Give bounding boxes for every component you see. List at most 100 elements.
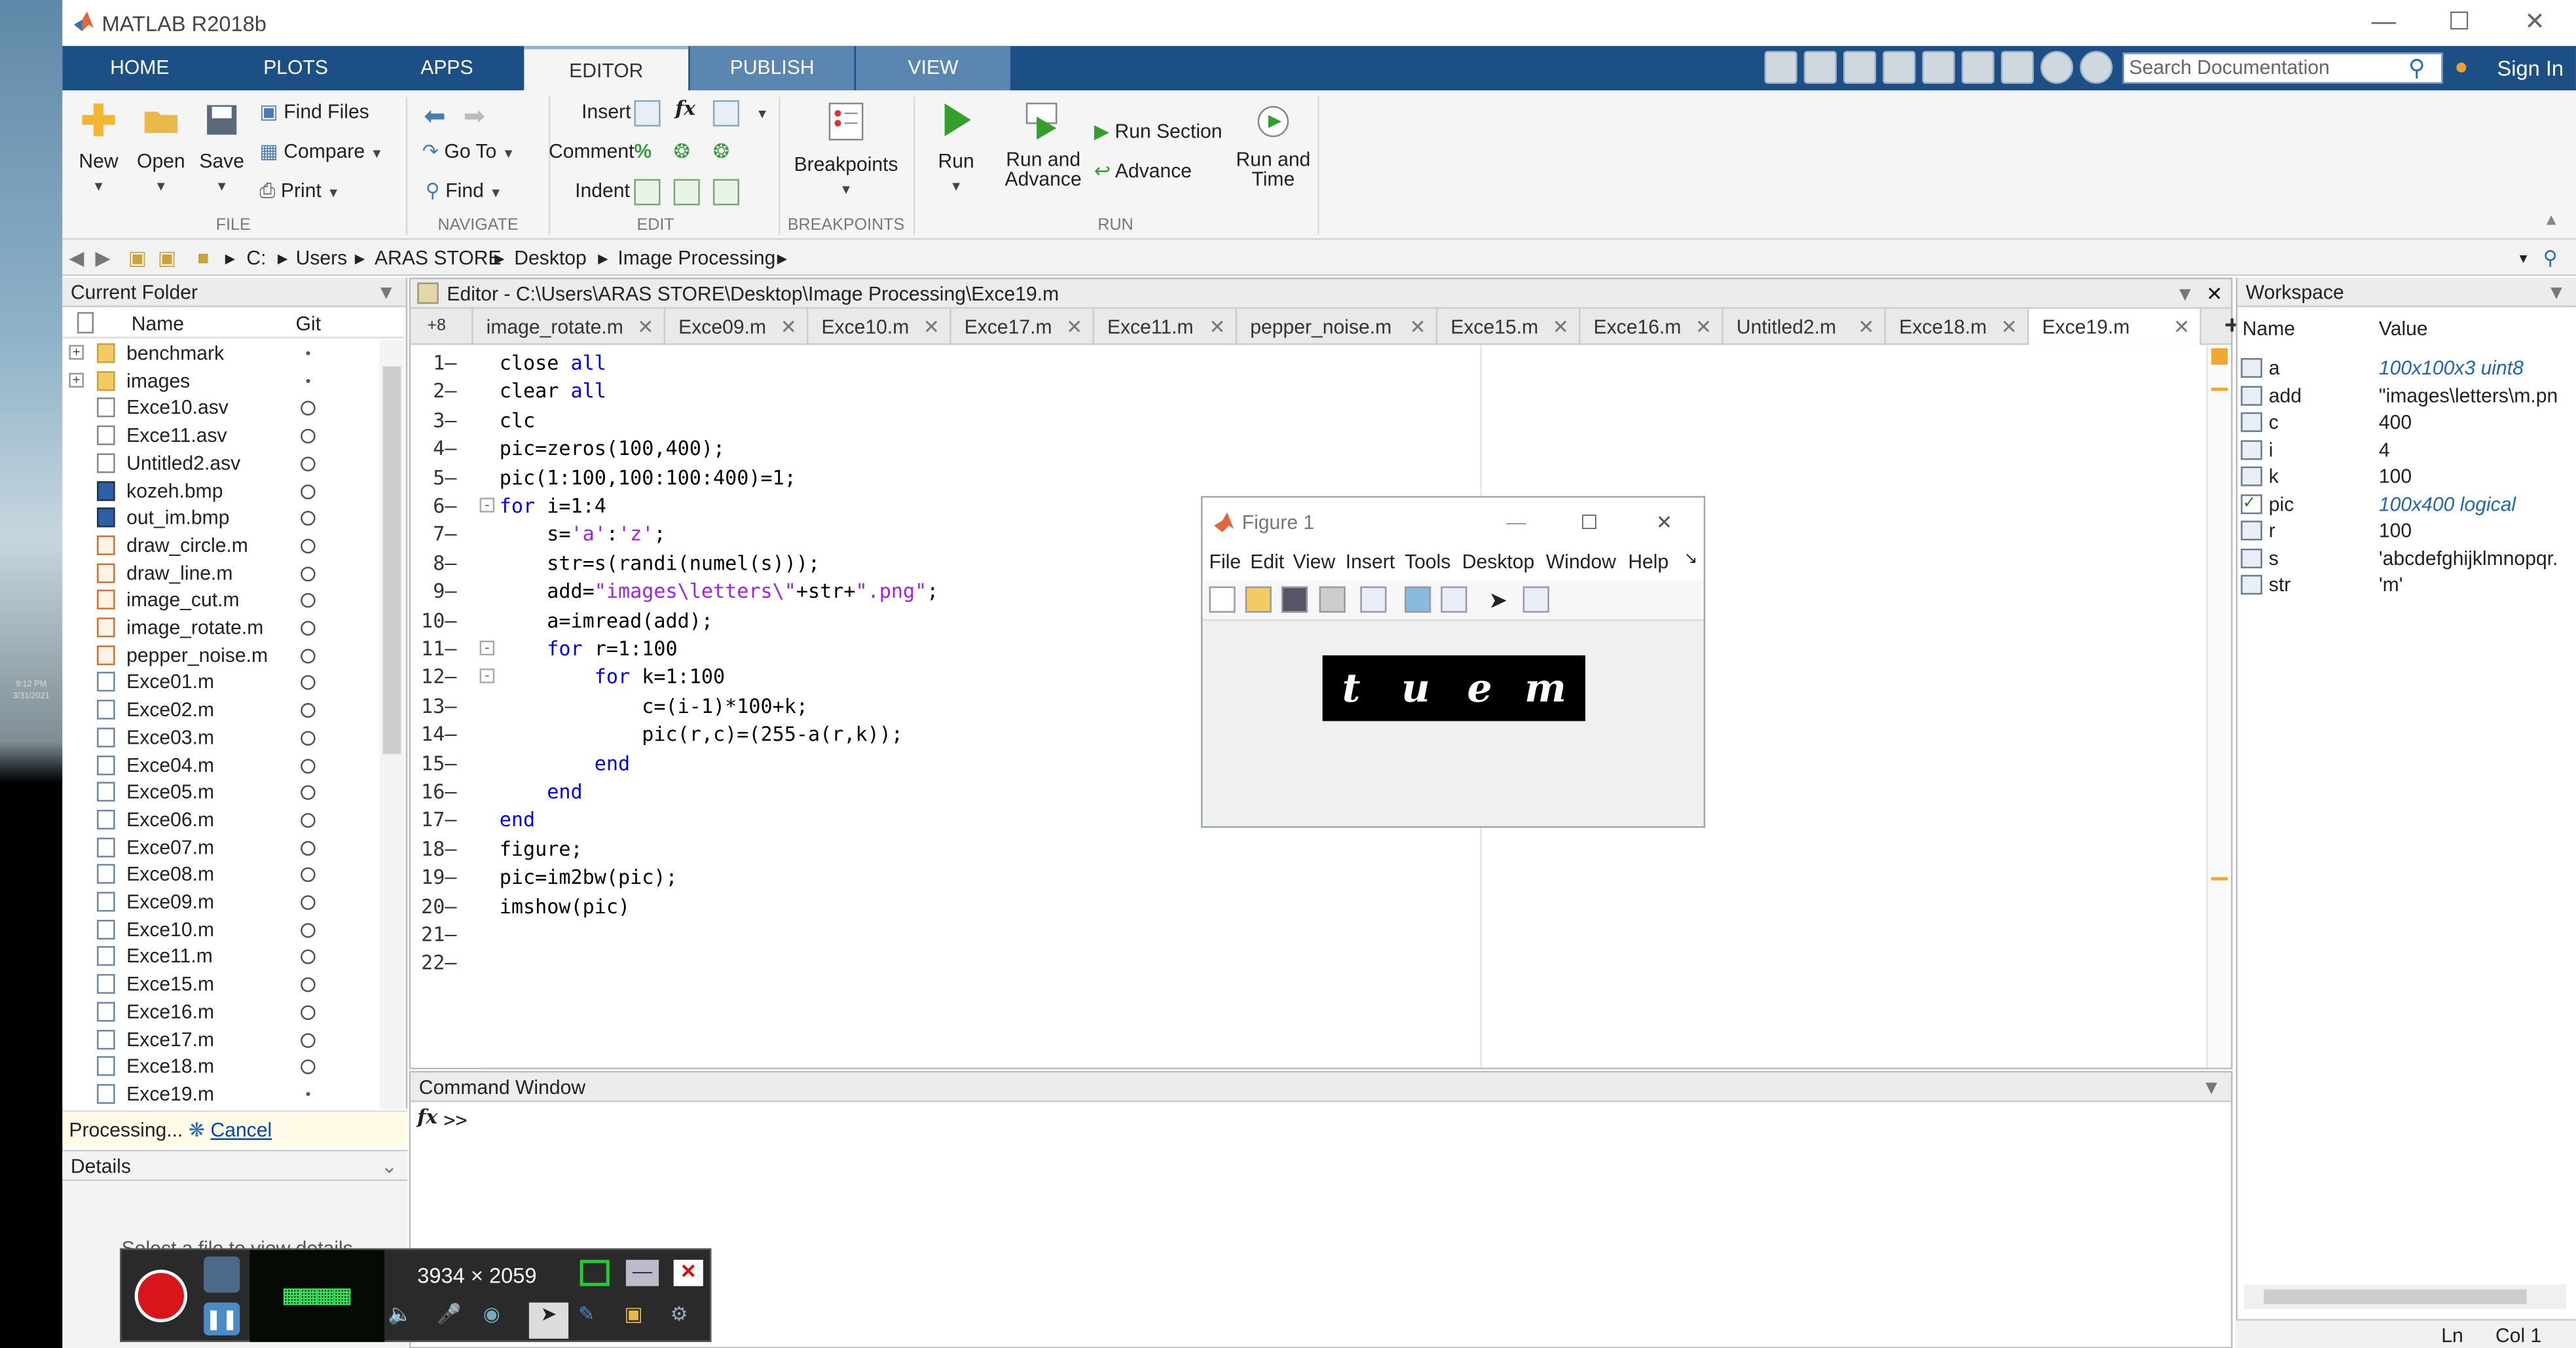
close-tab-icon[interactable]: ✕ bbox=[923, 309, 940, 345]
cut-icon[interactable] bbox=[1803, 50, 1837, 84]
open-button[interactable]: Open ▼ bbox=[135, 100, 187, 196]
menu-edit[interactable]: Edit bbox=[1250, 550, 1284, 573]
scrollbar[interactable] bbox=[379, 340, 405, 1109]
camera-icon[interactable] bbox=[204, 1256, 240, 1293]
editor-tab[interactable]: Untitled2.m ✕ bbox=[1723, 308, 1886, 345]
file-row[interactable]: Exce11.asv bbox=[62, 422, 384, 450]
code-line[interactable]: figure; bbox=[500, 837, 583, 860]
microphone-icon[interactable]: 🎤 bbox=[437, 1303, 462, 1326]
file-row[interactable]: Exce07.m bbox=[62, 834, 384, 862]
wrap-comments-icon[interactable]: ❂ bbox=[713, 139, 729, 162]
tab-overflow[interactable]: +8 bbox=[411, 308, 473, 345]
redo-icon[interactable] bbox=[1961, 50, 1995, 84]
minimize-button[interactable]: — bbox=[1507, 498, 1526, 547]
settings-gear-icon[interactable]: ⚙ bbox=[671, 1303, 688, 1326]
warning-marker[interactable] bbox=[2211, 388, 2228, 392]
editor-tab[interactable]: Exce16.m ✕ bbox=[1581, 308, 1723, 345]
go-to-button[interactable]: ↷ Go To ▼ bbox=[422, 136, 515, 166]
workspace-variable-row[interactable]: ✓ pic 100x400 logical bbox=[2237, 490, 2576, 517]
code-line[interactable]: end bbox=[500, 809, 535, 831]
chevron-down-icon[interactable]: ▼ bbox=[756, 107, 769, 122]
code-line[interactable]: imshow(pic) bbox=[500, 894, 630, 917]
code-line[interactable]: a=imread(add); bbox=[500, 609, 713, 632]
panel-menu-icon[interactable]: ▼ bbox=[377, 278, 396, 307]
scrollbar-thumb[interactable] bbox=[382, 366, 401, 754]
file-row[interactable]: Exce04.m bbox=[62, 752, 384, 779]
cancel-link[interactable]: Cancel bbox=[210, 1119, 272, 1142]
fold-toggle[interactable]: - bbox=[479, 668, 495, 684]
new-figure-icon[interactable] bbox=[1209, 586, 1236, 613]
forward-nav-icon[interactable]: ▶ bbox=[96, 246, 111, 269]
editor-tab[interactable]: pepper_noise.m ✕ bbox=[1237, 308, 1438, 345]
compare-button[interactable]: ▦ Compare ▼ bbox=[259, 136, 383, 166]
colorbar-icon[interactable] bbox=[1405, 586, 1431, 613]
comment-percent-icon[interactable]: % bbox=[634, 139, 652, 162]
fold-toggle[interactable]: - bbox=[479, 497, 495, 513]
close-button[interactable]: ✕ bbox=[2497, 0, 2573, 46]
file-row[interactable]: Exce09.m bbox=[62, 888, 384, 916]
file-row[interactable]: image_rotate.m bbox=[62, 614, 384, 642]
column-name-header[interactable]: Name bbox=[2243, 317, 2295, 340]
code-line[interactable]: close all bbox=[500, 352, 606, 374]
advance-button[interactable]: ↩ Advance bbox=[1094, 156, 1192, 185]
editor-tab[interactable]: Exce11.m ✕ bbox=[1094, 308, 1238, 345]
minimize-recorder-icon[interactable]: — bbox=[625, 1260, 659, 1286]
code-line[interactable]: for k=1:100 bbox=[500, 666, 725, 689]
code-line[interactable]: s='a':'z'; bbox=[500, 523, 665, 546]
find-files-button[interactable]: ▣ Find Files bbox=[259, 97, 369, 126]
path-segment[interactable]: C: bbox=[246, 246, 266, 269]
property-editor-icon[interactable] bbox=[1522, 586, 1549, 613]
search-icon[interactable]: ⚲ bbox=[2408, 54, 2425, 82]
file-row[interactable]: Exce16.m bbox=[62, 998, 384, 1026]
file-row[interactable]: Exce18.m bbox=[62, 1053, 384, 1081]
workspace-variable-row[interactable]: s 'abcdefghijklmnopqr... bbox=[2237, 545, 2576, 572]
file-row[interactable]: Exce19.m • bbox=[62, 1081, 384, 1108]
workspace-variable-row[interactable]: i4 bbox=[2237, 436, 2576, 463]
collapse-ribbon-icon[interactable]: ▲ bbox=[2543, 212, 2560, 230]
code-line[interactable]: str=s(randi(numel(s))); bbox=[500, 551, 820, 574]
close-tab-icon[interactable]: ✕ bbox=[1553, 309, 1569, 345]
switch-windows-icon[interactable] bbox=[2000, 50, 2034, 84]
menu-insert[interactable]: Insert bbox=[1346, 550, 1395, 573]
code-line[interactable]: end bbox=[500, 752, 630, 774]
code-line[interactable]: pic=zeros(100,400); bbox=[500, 437, 725, 460]
close-tab-icon[interactable]: ✕ bbox=[637, 309, 653, 345]
code-line[interactable]: pic(1:100,100:100:400)=1; bbox=[500, 466, 796, 489]
file-row[interactable]: Exce17.m bbox=[62, 1026, 384, 1053]
file-row[interactable]: Untitled2.asv bbox=[62, 450, 384, 477]
details-header[interactable]: Details ⌄ bbox=[62, 1151, 408, 1181]
increase-indent-icon[interactable] bbox=[673, 179, 700, 206]
tab-publish[interactable]: PUBLISH bbox=[690, 46, 855, 90]
file-row[interactable]: kozeh.bmp bbox=[62, 477, 384, 505]
undo-icon[interactable] bbox=[1922, 50, 1955, 84]
open-file-icon[interactable] bbox=[1245, 586, 1272, 613]
browse-folder-icon[interactable]: ▣ bbox=[158, 246, 176, 269]
file-row[interactable]: Exce08.m bbox=[62, 861, 384, 888]
pen-icon[interactable]: ✎ bbox=[578, 1303, 595, 1326]
file-row[interactable]: Exce06.m bbox=[62, 807, 384, 834]
folder-icon[interactable]: ▣ bbox=[624, 1303, 642, 1326]
code-line[interactable]: clear all bbox=[500, 380, 606, 403]
minimize-button[interactable]: — bbox=[2346, 0, 2421, 46]
save-icon[interactable] bbox=[1764, 50, 1797, 84]
warning-indicator[interactable] bbox=[2211, 348, 2228, 365]
workspace-variable-row[interactable]: k 100 bbox=[2237, 464, 2576, 490]
insert-button[interactable]: Insert bbox=[581, 97, 631, 126]
column-name-header[interactable]: Name bbox=[132, 312, 184, 335]
back-nav-icon[interactable]: ◀ bbox=[69, 246, 84, 269]
editor-tab[interactable]: Exce15.m ✕ bbox=[1437, 308, 1581, 345]
code-line[interactable]: add="images\letters\"+str+".png"; bbox=[500, 580, 938, 603]
menu-dock-icon[interactable]: ↘ bbox=[1684, 550, 1698, 568]
dropdown-icon[interactable] bbox=[2080, 50, 2113, 84]
region-select-icon[interactable] bbox=[580, 1260, 610, 1286]
close-recorder-icon[interactable]: ✕ bbox=[673, 1260, 703, 1286]
panel-menu-icon[interactable]: ▼ bbox=[2201, 1072, 2221, 1102]
code-line[interactable]: for i=1:4 bbox=[500, 494, 606, 517]
up-folder-icon[interactable]: ▣ bbox=[128, 246, 147, 269]
editor-tab[interactable]: Exce19.m ✕ bbox=[2029, 308, 2201, 345]
run-section-button[interactable]: ▶ Run Section bbox=[1094, 117, 1223, 146]
save-figure-icon[interactable] bbox=[1281, 586, 1308, 613]
help-icon[interactable] bbox=[2040, 50, 2074, 84]
print-figure-icon[interactable] bbox=[1319, 586, 1346, 613]
editor-tab[interactable]: Exce10.m ✕ bbox=[808, 308, 951, 345]
